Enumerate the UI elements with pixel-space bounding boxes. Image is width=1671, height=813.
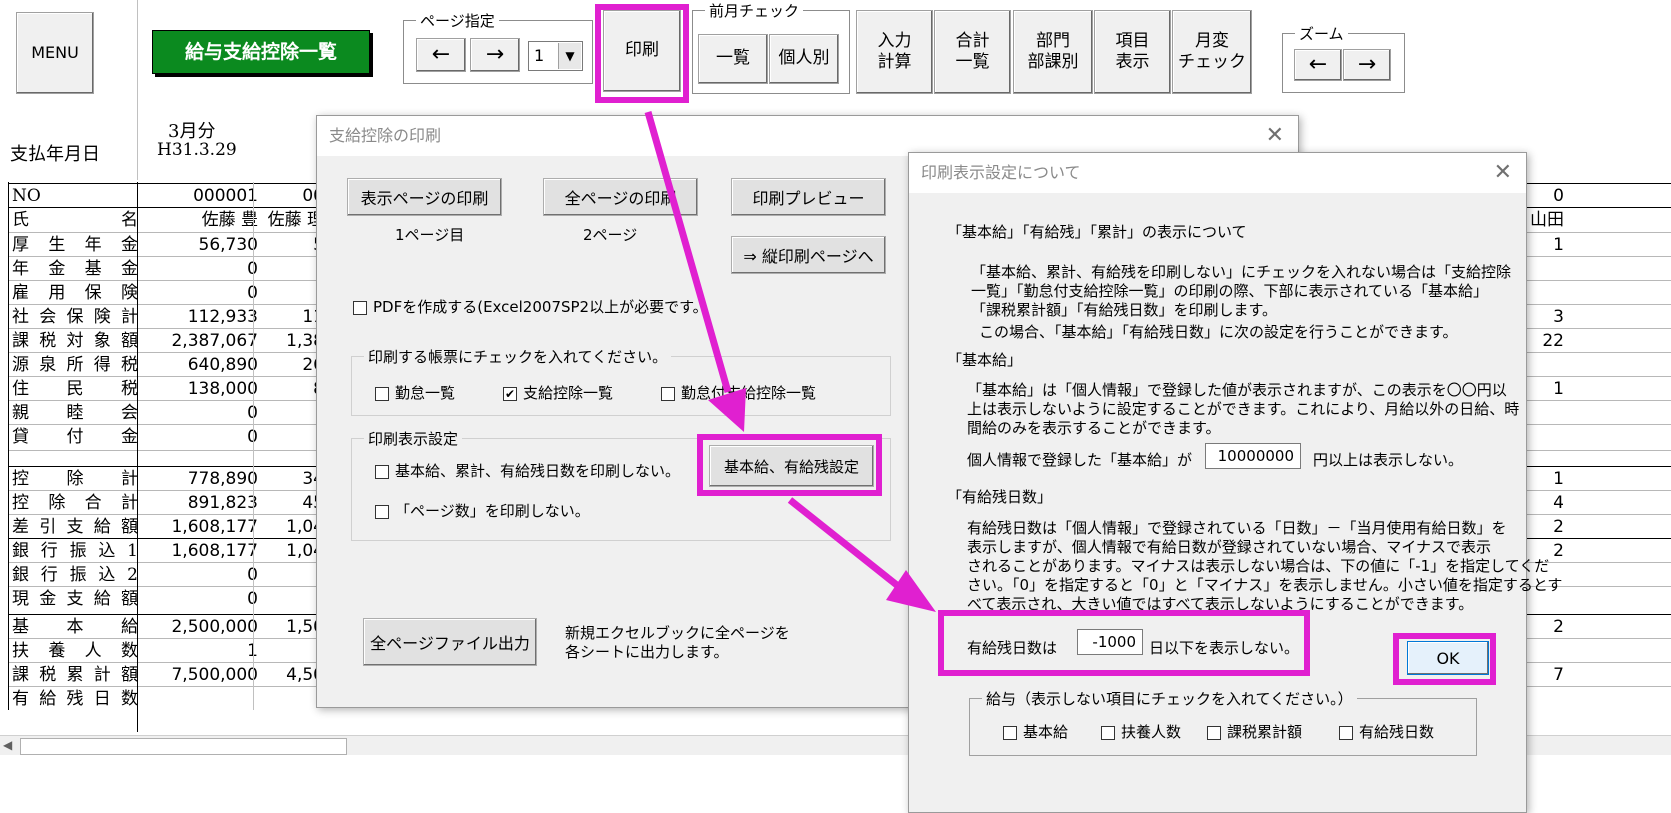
arrow-print-to-settings [644, 111, 732, 393]
arrow-head-paid [886, 570, 936, 612]
arrow-settings-to-paid [787, 497, 901, 589]
annotation-arrows [644, 111, 936, 612]
arrow-head-print [708, 388, 746, 432]
